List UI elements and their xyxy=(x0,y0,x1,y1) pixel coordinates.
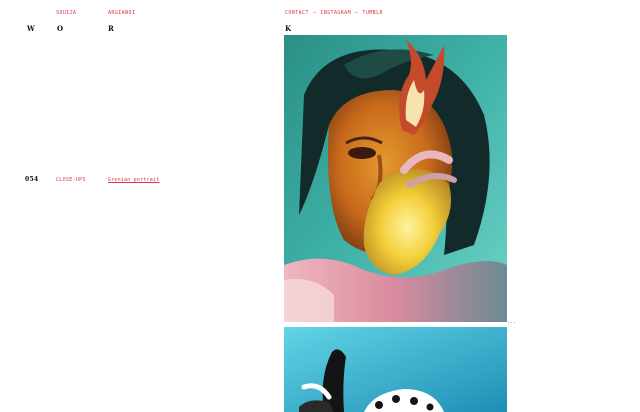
nav-link-last-name[interactable]: ARGIANOI xyxy=(108,10,135,16)
nav-separator: — xyxy=(312,10,317,16)
nav-link-first-name[interactable]: SOUIZA xyxy=(56,10,76,16)
nav-contact-link[interactable]: CONTACT xyxy=(285,10,309,16)
portrait-artwork-image[interactable] xyxy=(284,35,507,322)
heading-letter: O xyxy=(57,24,64,33)
nav-links: CONTACT — INSTAGRAM — TUMBLR xyxy=(285,10,383,16)
project-category[interactable]: CLOSE-UPS xyxy=(56,177,86,183)
heading-letter: W xyxy=(27,24,35,33)
nav-instagram-link[interactable]: INSTAGRAM xyxy=(320,10,351,16)
heading-letter: K xyxy=(285,24,292,33)
project-number: 054 xyxy=(25,176,39,183)
overflow-marker: ... xyxy=(507,319,517,325)
nav-separator: — xyxy=(355,10,359,16)
heading-letter: R xyxy=(108,24,114,33)
nav-tumblr-link[interactable]: TUMBLR xyxy=(362,10,382,16)
project-title-link[interactable]: Grenian portrait xyxy=(108,177,159,183)
portrait-artwork-image-2[interactable] xyxy=(284,327,507,412)
